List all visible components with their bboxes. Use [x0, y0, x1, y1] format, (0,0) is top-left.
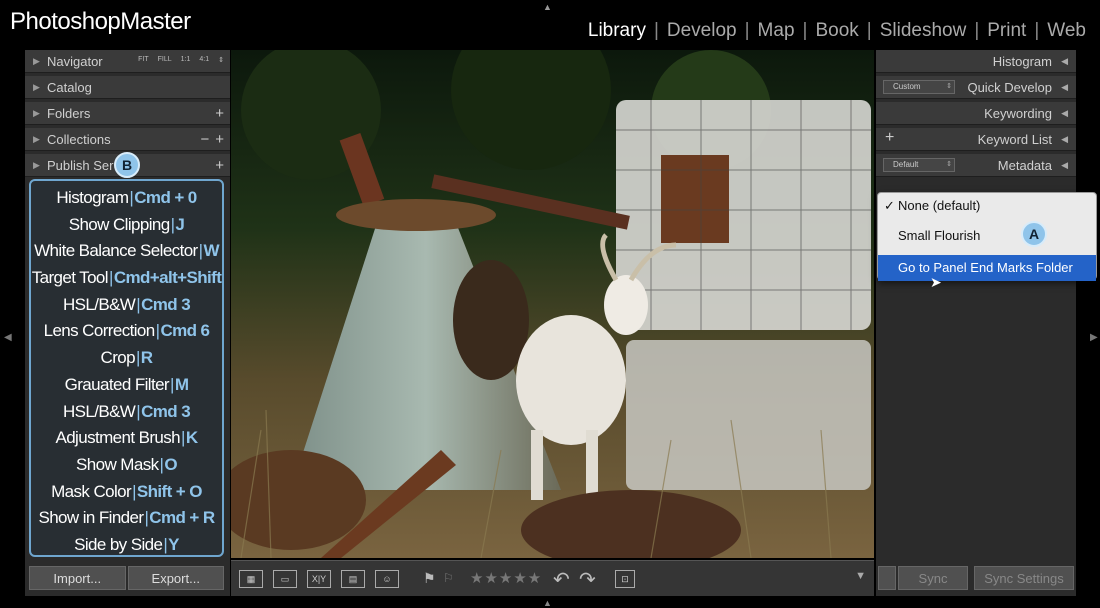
navigator-header[interactable]: ▶ Navigator FIT FILL 1:1 4:1 ⇕	[25, 50, 230, 73]
top-panel-toggle-icon[interactable]: ▲	[543, 2, 552, 12]
metadata-preset-select[interactable]: Default ⇕	[883, 158, 955, 172]
right-panel: Histogram ◀ Custom ⇕ Quick Develop ◀ Keyw…	[876, 50, 1076, 596]
expand-triangle-icon: ▶	[33, 159, 40, 170]
saved-preset-select[interactable]: Custom ⇕	[883, 80, 955, 94]
add-publish-service-icon[interactable]: +	[215, 157, 224, 174]
rotate-right-icon[interactable]: ↷	[579, 567, 596, 592]
library-toolbar: ▦ ▭ X|Y ▤ ☺ ⚑ ⚐ ★★★★★ ↶ ↷ ⊡ ▼	[231, 560, 874, 596]
zoom-4-1[interactable]: 4:1	[199, 56, 209, 64]
shortcut-row: Crop|R	[100, 348, 154, 368]
collapse-triangle-icon: ◀	[1061, 134, 1068, 144]
rotate-left-icon[interactable]: ↶	[553, 567, 570, 592]
stepper-icon: ⇕	[946, 83, 952, 90]
panel-end-mark-menu: ✓ None (default) Small Flourish Go to Pa…	[877, 192, 1097, 281]
zoom-fit[interactable]: FIT	[138, 56, 149, 64]
module-picker: Library | Develop | Map | Book | Slidesh…	[582, 20, 1092, 42]
pick-flag-icon[interactable]: ⚑	[423, 570, 436, 587]
collapse-triangle-icon: ◀	[1061, 108, 1068, 118]
shortcut-row: Show Mask|O	[76, 454, 178, 474]
sync-settings-button[interactable]: Sync Settings	[974, 566, 1074, 590]
catalog-header[interactable]: ▶ Catalog	[25, 76, 230, 99]
add-collection-icon[interactable]: +	[215, 131, 224, 148]
zoom-fill[interactable]: FILL	[158, 56, 172, 64]
crop-overlay-icon[interactable]: ⊡	[615, 570, 635, 588]
metadata-header[interactable]: Default ⇕ Metadata ◀	[876, 154, 1076, 177]
shortcut-row: HSL/B&W|Cmd 3	[62, 294, 191, 314]
survey-view-icon[interactable]: ▤	[341, 570, 365, 588]
keyword-list-header[interactable]: + Keyword List ◀	[876, 128, 1076, 151]
collapse-triangle-icon: ◀	[1061, 56, 1068, 66]
module-slideshow[interactable]: Slideshow	[874, 20, 973, 42]
mouse-cursor-icon: ➤	[930, 274, 942, 290]
grid-view-icon[interactable]: ▦	[239, 570, 263, 588]
zoom-1-1[interactable]: 1:1	[181, 56, 191, 64]
filmstrip-toggle-icon[interactable]: ▲	[543, 598, 552, 608]
shortcut-row: Mask Color|Shift + O	[51, 481, 202, 501]
right-panel-toggle-icon[interactable]: ▶	[1090, 332, 1098, 343]
quick-develop-header[interactable]: Custom ⇕ Quick Develop ◀	[876, 76, 1076, 99]
add-keyword-icon[interactable]: +	[885, 129, 894, 147]
keywording-header[interactable]: Keywording ◀	[876, 102, 1076, 125]
menu-item-go-to-panel-end-marks-folder[interactable]: Go to Panel End Marks Folder	[878, 255, 1096, 281]
compare-view-icon[interactable]: X|Y	[307, 570, 331, 588]
menu-item-none-default[interactable]: ✓ None (default)	[878, 193, 1096, 219]
module-map[interactable]: Map	[752, 20, 801, 42]
checkmark-icon: ✓	[884, 198, 895, 213]
expand-triangle-icon: ▶	[33, 107, 40, 118]
shortcut-row: White Balance Selector|W	[34, 241, 219, 261]
menu-item-small-flourish[interactable]: Small Flourish	[878, 223, 1096, 249]
expand-triangle-icon: ▶	[33, 133, 40, 144]
photo-illustration	[231, 50, 874, 558]
sync-button[interactable]: Sync	[898, 566, 968, 590]
module-library[interactable]: Library	[582, 20, 652, 42]
module-book[interactable]: Book	[809, 20, 864, 42]
people-view-icon[interactable]: ☺	[375, 570, 399, 588]
histogram-header[interactable]: Histogram ◀	[876, 50, 1076, 73]
toolbar-options-dropdown-icon[interactable]: ▼	[855, 570, 866, 582]
module-print[interactable]: Print	[981, 20, 1032, 42]
identity-plate-logo: PhotoshopMaster	[10, 8, 191, 36]
collapse-triangle-icon: ◀	[1061, 160, 1068, 170]
shortcut-row: Adjustment Brush|K	[55, 428, 198, 448]
shortcut-row: Histogram|Cmd + 0	[56, 188, 197, 207]
navigator-zoom-options: FIT FILL 1:1 4:1 ⇕	[138, 56, 224, 64]
left-panel-buttons: Import... Export...	[29, 566, 224, 590]
callout-badge-b: B	[114, 152, 140, 178]
reject-flag-icon[interactable]: ⚐	[443, 571, 454, 585]
shortcut-row: Target Tool|Cmd+alt+Shift	[31, 268, 222, 288]
module-develop[interactable]: Develop	[661, 20, 743, 42]
shortcut-row: Lens Correction|Cmd 6	[43, 321, 210, 341]
collections-header[interactable]: ▶ Collections − +	[25, 128, 230, 151]
zoom-stepper-icon[interactable]: ⇕	[218, 56, 224, 64]
star-rating[interactable]: ★★★★★	[470, 569, 542, 587]
shortcut-row: Show in Finder|Cmd + R	[38, 508, 215, 528]
folders-header[interactable]: ▶ Folders +	[25, 102, 230, 125]
sync-toggle-switch[interactable]	[878, 566, 896, 590]
main-photo[interactable]	[231, 50, 874, 558]
shortcut-row: Side by Side|Y	[74, 534, 179, 554]
import-button[interactable]: Import...	[29, 566, 126, 590]
loupe-view-icon[interactable]: ▭	[273, 570, 297, 588]
left-panel-toggle-icon[interactable]: ◀	[4, 332, 12, 343]
logo-text: PhotoshopMaster	[10, 8, 191, 35]
add-folder-icon[interactable]: +	[215, 105, 224, 122]
shortcut-row: Grauated Filter|M	[64, 374, 189, 394]
shortcut-row: Show Clipping|J	[68, 214, 185, 234]
stepper-icon: ⇕	[946, 161, 952, 168]
expand-triangle-icon: ▶	[33, 81, 40, 92]
remove-collection-icon[interactable]: −	[200, 131, 209, 148]
top-bar: PhotoshopMaster ▲ Library | Develop | Ma…	[0, 0, 1100, 48]
module-web[interactable]: Web	[1041, 20, 1092, 42]
collapse-triangle-icon: ◀	[1061, 82, 1068, 92]
callout-badge-a: A	[1021, 221, 1047, 247]
shortcut-list-overlay: Histogram|Cmd + 0 Show Clipping|J White …	[29, 179, 224, 557]
export-button[interactable]: Export...	[127, 566, 224, 590]
expand-triangle-icon: ▶	[33, 55, 40, 66]
right-panel-buttons: Sync Sync Settings	[878, 566, 1074, 590]
shortcut-row: HSL/B&W|Cmd 3	[62, 401, 191, 421]
